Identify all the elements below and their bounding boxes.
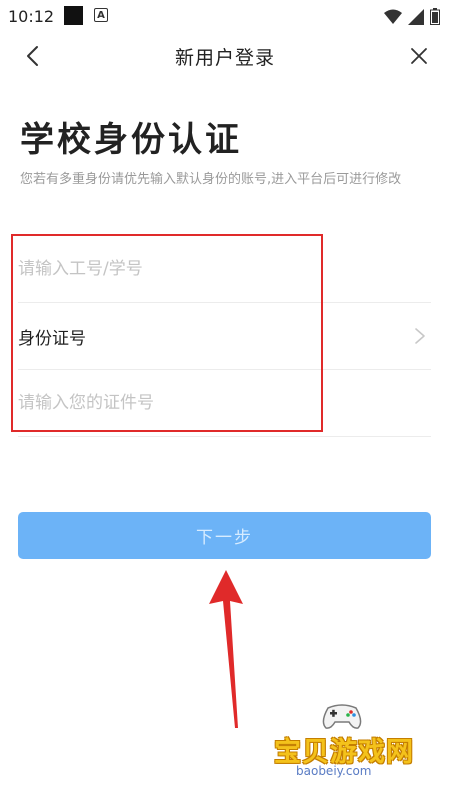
nav-title: 新用户登录 (174, 47, 275, 69)
notification-a-icon: A (94, 8, 108, 22)
gamepad-icon (322, 704, 362, 729)
id-type-select[interactable]: 身份证号 (18, 303, 431, 370)
notification-square-icon (64, 6, 83, 25)
cert-number-input[interactable] (18, 393, 318, 413)
wifi-icon (384, 9, 402, 24)
annotation-arrow (209, 570, 243, 728)
next-step-button[interactable]: 下一步 (18, 512, 431, 559)
id-type-label: 身份证号 (18, 328, 86, 349)
close-icon[interactable] (408, 45, 430, 67)
nav-bar: 新用户登录 (0, 36, 450, 76)
battery-icon (430, 8, 440, 25)
status-right-icons (384, 8, 440, 25)
page-title: 学校身份认证 (20, 120, 242, 160)
watermark-url: baobeiy.com (296, 764, 372, 778)
id-input-row (18, 236, 431, 303)
cert-input-row (18, 370, 431, 437)
signal-icon (408, 8, 424, 25)
status-time: 10:12 (8, 7, 55, 26)
id-input[interactable] (18, 259, 318, 279)
status-bar: 10:12 A (0, 0, 450, 34)
page-description: 您若有多重身份请优先输入默认身份的账号,进入平台后可进行修改 (20, 172, 402, 187)
chevron-right-icon (415, 328, 425, 344)
watermark: 宝贝游戏网 baobeiy.com (268, 700, 428, 792)
login-form: 身份证号 (11, 236, 431, 437)
